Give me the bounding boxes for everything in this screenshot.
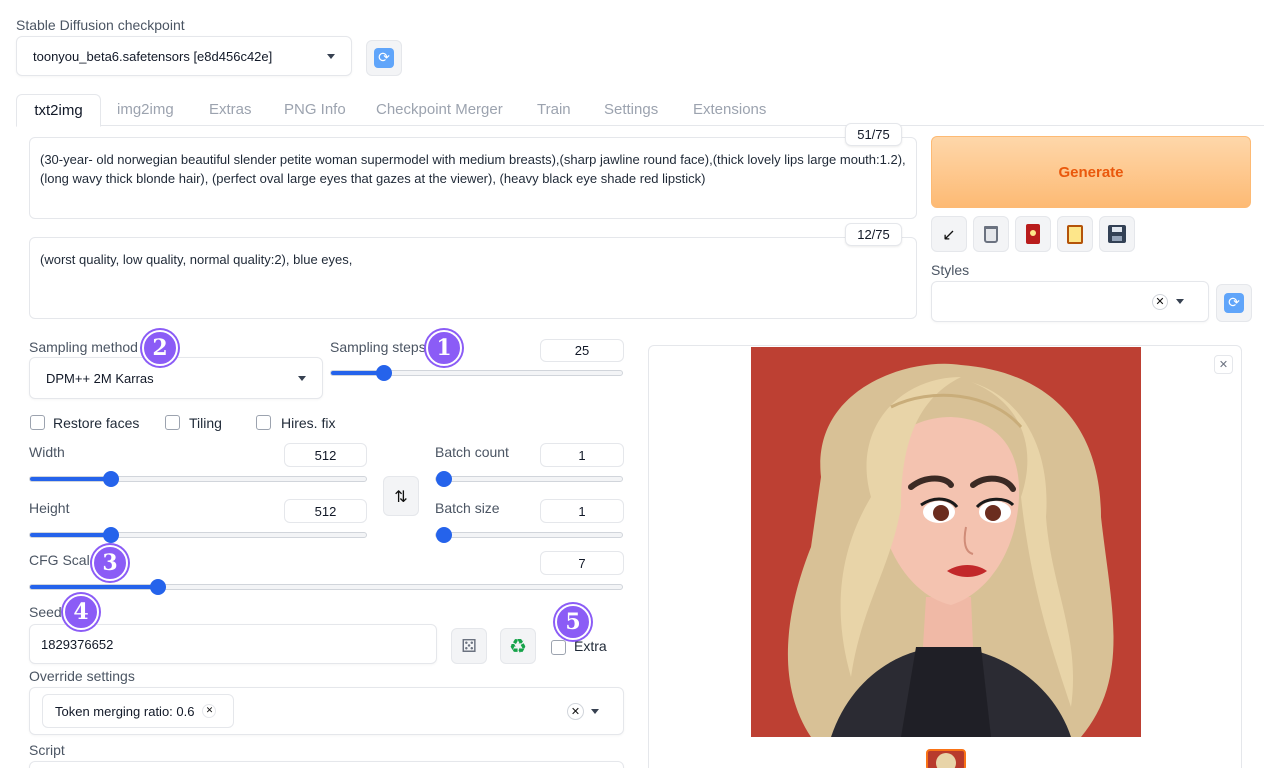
- sampling-steps-slider[interactable]: [330, 365, 623, 381]
- tiling-checkbox[interactable]: [165, 415, 180, 430]
- apply-style-button[interactable]: [1057, 216, 1093, 252]
- sampling-method-value: DPM++ 2M Karras: [46, 370, 154, 386]
- clear-icon[interactable]: ✕: [1152, 293, 1168, 310]
- chevron-down-icon: [298, 375, 306, 381]
- sampling-method-select[interactable]: DPM++ 2M Karras: [29, 357, 323, 399]
- sampling-method-label: Sampling method: [29, 339, 138, 355]
- restore-faces-label: Restore faces: [53, 415, 140, 431]
- width-fill: [30, 477, 111, 481]
- height-fill: [30, 533, 111, 537]
- cfg-scale-thumb[interactable]: [150, 579, 166, 595]
- tab-img2img[interactable]: img2img: [117, 101, 174, 118]
- batch-count-slider[interactable]: [435, 471, 623, 487]
- red-card-icon: [1026, 224, 1040, 244]
- restore-faces-checkbox[interactable]: [30, 415, 45, 430]
- override-clear-icon[interactable]: ✕: [567, 703, 584, 720]
- annotation-badge-1: 1: [426, 330, 462, 366]
- read-params-button[interactable]: ↙: [931, 216, 967, 252]
- annotation-badge-2: 2: [142, 330, 178, 366]
- refresh-icon: ⟳: [1224, 293, 1244, 313]
- cfg-scale-label: CFG Scale: [29, 552, 98, 568]
- batch-size-input[interactable]: 1: [540, 499, 624, 523]
- styles-label: Styles: [931, 262, 970, 278]
- close-icon[interactable]: ✕: [1214, 355, 1233, 374]
- tab-extensions[interactable]: Extensions: [693, 101, 766, 118]
- width-label: Width: [29, 444, 65, 460]
- save-style-button[interactable]: [1099, 216, 1135, 252]
- tab-png-info[interactable]: PNG Info: [284, 101, 346, 118]
- tab-extras[interactable]: Extras: [209, 101, 252, 118]
- gallery-thumbnail[interactable]: [926, 749, 966, 768]
- trash-icon: [984, 225, 998, 243]
- tab-checkpoint-merger[interactable]: Checkpoint Merger: [376, 101, 503, 118]
- hires-fix-checkbox[interactable]: [256, 415, 271, 430]
- generate-button[interactable]: Generate: [931, 136, 1251, 208]
- sampling-steps-input[interactable]: 25: [540, 339, 624, 362]
- seed-label: Seed: [29, 604, 62, 620]
- chevron-down-icon: [327, 53, 335, 59]
- tab-settings[interactable]: Settings: [604, 101, 658, 118]
- extra-networks-button[interactable]: [1015, 216, 1051, 252]
- tab-txt2img[interactable]: txt2img: [16, 94, 101, 127]
- portrait-illustration: [751, 347, 1141, 737]
- batch-count-label: Batch count: [435, 444, 509, 460]
- recycle-icon: ♻: [509, 634, 527, 658]
- chevron-down-icon: [1176, 299, 1184, 304]
- annotation-badge-4: 4: [63, 594, 99, 630]
- refresh-checkpoint-button[interactable]: ⟳: [366, 40, 402, 76]
- extra-seed-label: Extra: [574, 638, 607, 654]
- cfg-scale-input[interactable]: 7: [540, 551, 624, 575]
- sampling-steps-thumb[interactable]: [376, 365, 392, 381]
- negative-prompt-input[interactable]: (worst quality, low quality, normal qual…: [29, 237, 917, 319]
- batch-count-thumb[interactable]: [436, 471, 452, 487]
- tab-train[interactable]: Train: [537, 101, 571, 118]
- width-thumb[interactable]: [103, 471, 119, 487]
- checkpoint-label: Stable Diffusion checkpoint: [16, 17, 185, 33]
- generated-image[interactable]: [751, 347, 1141, 737]
- negative-prompt-token-counter: 12/75: [845, 223, 902, 246]
- script-label: Script: [29, 742, 65, 758]
- batch-size-slider[interactable]: [435, 527, 623, 543]
- batch-count-input[interactable]: 1: [540, 443, 624, 467]
- sampling-steps-label: Sampling steps: [330, 339, 426, 355]
- remove-icon[interactable]: ✕: [202, 704, 217, 718]
- script-select[interactable]: [29, 761, 624, 768]
- seed-input[interactable]: 1829376652: [29, 624, 437, 664]
- width-input[interactable]: 512: [284, 443, 367, 467]
- annotation-badge-5: 5: [555, 604, 591, 640]
- annotation-badge-3: 3: [92, 545, 128, 581]
- prompt-token-counter: 51/75: [845, 123, 902, 146]
- height-label: Height: [29, 500, 70, 516]
- swap-icon: ⇅: [394, 486, 408, 506]
- override-token-chip[interactable]: Token merging ratio: 0.6 ✕: [42, 694, 234, 728]
- random-seed-button[interactable]: ⚄: [451, 628, 487, 664]
- tiling-label: Tiling: [189, 415, 222, 431]
- prompt-input[interactable]: (30-year- old norwegian beautiful slende…: [29, 137, 917, 219]
- height-thumb[interactable]: [103, 527, 119, 543]
- arrow-icon: ↙: [942, 224, 956, 244]
- save-icon: [1108, 225, 1126, 243]
- height-input[interactable]: 512: [284, 499, 367, 523]
- clipboard-icon: [1067, 224, 1083, 244]
- refresh-styles-button[interactable]: ⟳: [1216, 284, 1252, 322]
- swap-dimensions-button[interactable]: ⇅: [383, 476, 419, 516]
- reuse-seed-button[interactable]: ♻: [500, 628, 536, 664]
- cfg-scale-slider[interactable]: [29, 579, 623, 595]
- batch-size-thumb[interactable]: [436, 527, 452, 543]
- dice-icon: ⚄: [461, 635, 477, 657]
- refresh-icon: ⟳: [374, 48, 394, 68]
- hires-fix-label: Hires. fix: [281, 415, 336, 431]
- styles-select[interactable]: ✕: [931, 281, 1209, 322]
- width-slider[interactable]: [29, 471, 367, 487]
- checkpoint-select[interactable]: toonyou_beta6.safetensors [e8d456c42e]: [16, 36, 352, 76]
- extra-seed-checkbox[interactable]: [551, 640, 566, 655]
- cfg-scale-fill: [30, 585, 158, 589]
- height-slider[interactable]: [29, 527, 367, 543]
- clear-prompt-button[interactable]: [973, 216, 1009, 252]
- override-settings-label: Override settings: [29, 668, 135, 684]
- batch-size-label: Batch size: [435, 500, 500, 516]
- checkpoint-value: toonyou_beta6.safetensors [e8d456c42e]: [33, 48, 273, 64]
- chevron-down-icon: [591, 709, 599, 714]
